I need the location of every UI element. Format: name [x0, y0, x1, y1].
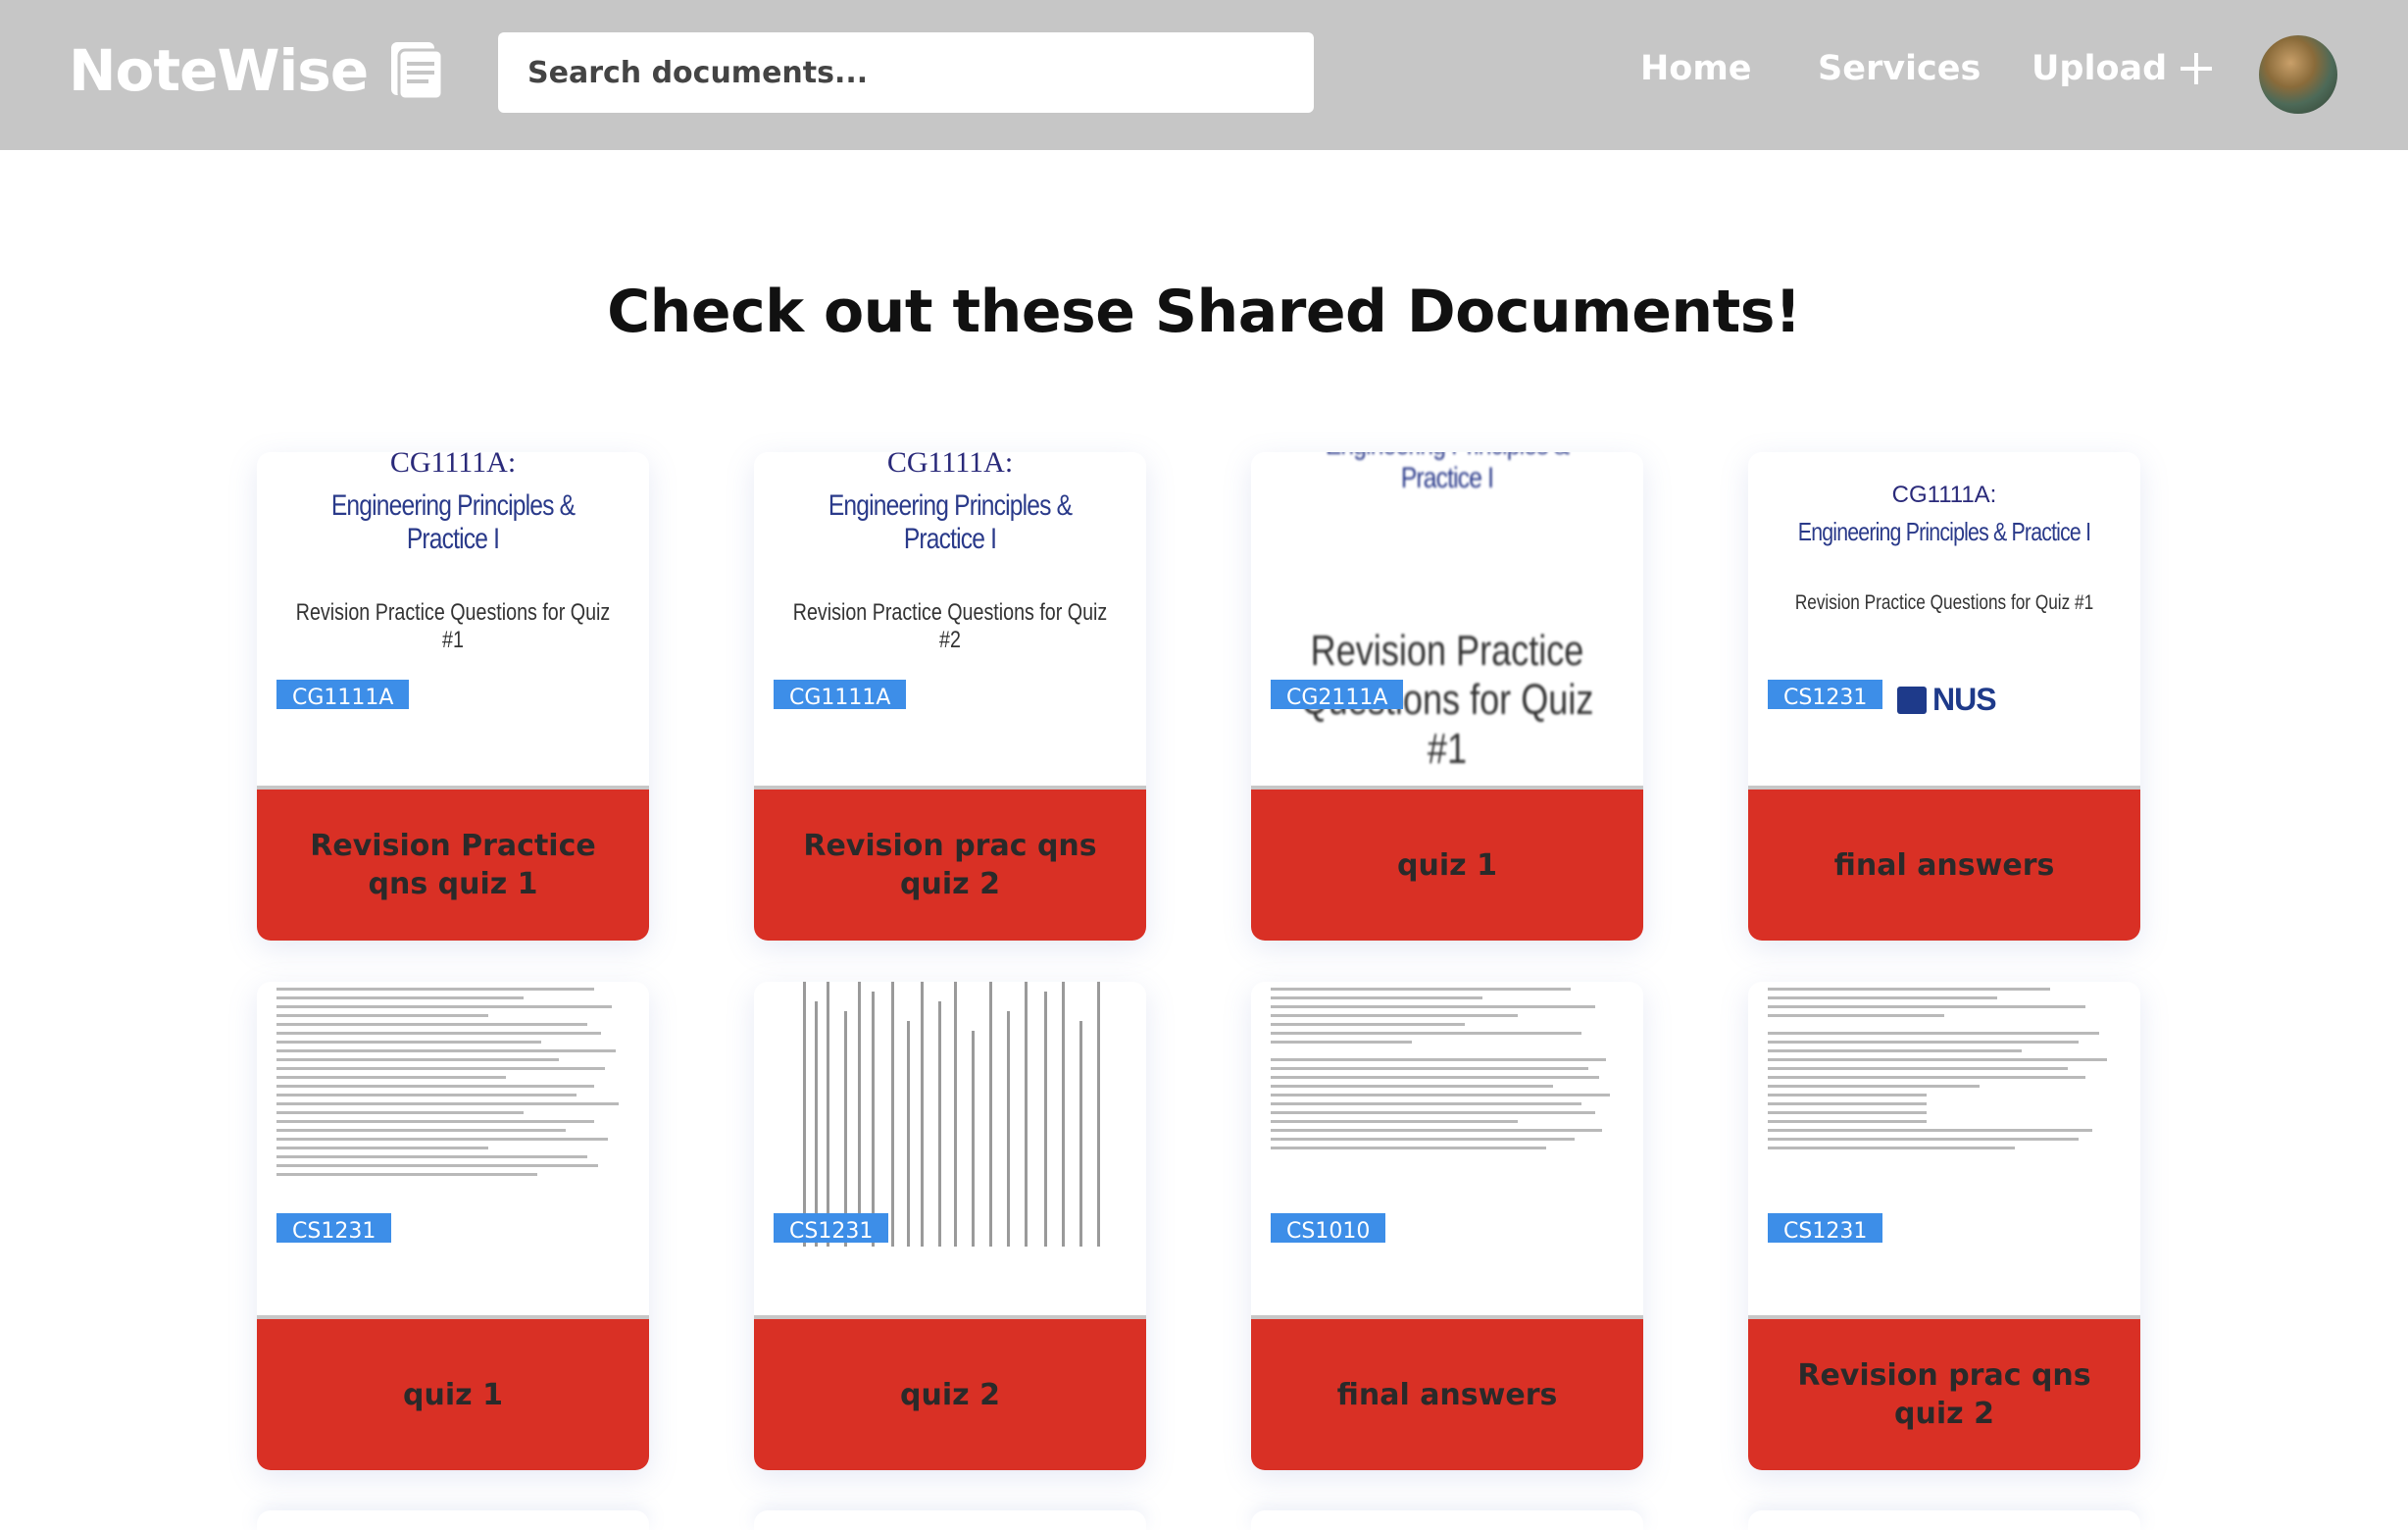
- course-tag: CS1231: [774, 1213, 889, 1243]
- thumb-subheading: Revision Practice Questions for Quiz #1: [1794, 591, 2094, 614]
- course-tag: CG1111A: [774, 680, 907, 709]
- document-card[interactable]: CG1111A: Engineering Principles & Practi…: [754, 452, 1146, 941]
- thumb-course: CG1111A:: [886, 452, 1014, 479]
- page-title: Check out these Shared Documents!: [607, 278, 1801, 346]
- document-card-partial: [257, 1510, 649, 1530]
- brand-logo[interactable]: NoteWise: [69, 37, 444, 104]
- nus-logo-text: NUS: [1932, 682, 1997, 717]
- thumb-subheading: Revision Practice Questions for Quiz #2: [792, 599, 1108, 653]
- user-avatar[interactable]: [2259, 35, 2337, 114]
- plus-icon: [2181, 53, 2213, 84]
- nav-upload-link[interactable]: Upload: [2032, 49, 2214, 88]
- thumb-heading: Engineering Principles & Practice I: [828, 489, 1073, 555]
- document-card-partial: [1251, 1510, 1643, 1530]
- course-tag: CG2111A: [1271, 680, 1404, 709]
- thumb-subheading: Revision Practice Questions for Quiz #1: [295, 599, 611, 653]
- document-thumbnail: CS1231: [1748, 982, 2140, 1315]
- document-card[interactable]: CS1231 Revision prac qns quiz 2: [1748, 982, 2140, 1470]
- document-thumbnail: CS1231: [754, 982, 1146, 1315]
- document-thumbnail: Engineering Principles & Practice I Revi…: [1251, 452, 1643, 786]
- top-navbar: NoteWise Home Services Upload: [0, 0, 2408, 150]
- document-thumbnail: CG1111A: Engineering Principles & Practi…: [754, 452, 1146, 786]
- card-title[interactable]: quiz 1: [257, 1315, 649, 1470]
- nav-upload-label: Upload: [2032, 49, 2168, 88]
- thumb-heading: Engineering Principles & Practice I: [1797, 517, 2091, 546]
- course-tag: CG1111A: [276, 680, 410, 709]
- course-tag: CS1231: [276, 1213, 392, 1243]
- document-card-partial: [754, 1510, 1146, 1530]
- document-thumbnail: CG1111A: Engineering Principles & Practi…: [257, 452, 649, 786]
- course-tag: CS1231: [1768, 1213, 1883, 1243]
- nus-logo: NUS: [1897, 682, 1997, 718]
- document-thumbnail: CS1231: [257, 982, 649, 1315]
- document-card[interactable]: Engineering Principles & Practice I Revi…: [1251, 452, 1643, 941]
- card-title[interactable]: quiz 2: [754, 1315, 1146, 1470]
- nav-services-link[interactable]: Services: [1818, 49, 1981, 88]
- document-card[interactable]: CG1111A: Engineering Principles & Practi…: [257, 452, 649, 941]
- document-icon: [391, 42, 444, 101]
- document-card[interactable]: CS1231 quiz 1: [257, 982, 649, 1470]
- document-card-partial: [1748, 1510, 2140, 1530]
- thumb-course: CG1111A:: [1891, 482, 1997, 508]
- card-title[interactable]: quiz 1: [1251, 786, 1643, 941]
- crest-icon: [1897, 686, 1927, 714]
- search-input[interactable]: [498, 32, 1314, 113]
- course-tag: CS1010: [1271, 1213, 1386, 1243]
- thumb-heading: Engineering Principles & Practice I: [1326, 452, 1570, 494]
- document-card[interactable]: CG1111A: Engineering Principles & Practi…: [1748, 452, 2140, 941]
- card-title[interactable]: Revision prac qns quiz 2: [1748, 1315, 2140, 1470]
- document-card[interactable]: CS1231 quiz 2: [754, 982, 1146, 1470]
- thumb-course: CG1111A:: [389, 452, 517, 479]
- document-thumbnail: CS1010: [1251, 982, 1643, 1315]
- card-title[interactable]: final answers: [1251, 1315, 1643, 1470]
- thumb-heading: Engineering Principles & Practice I: [330, 489, 576, 555]
- card-title[interactable]: Revision Practice qns quiz 1: [257, 786, 649, 941]
- document-thumbnail: CG1111A: Engineering Principles & Practi…: [1748, 452, 2140, 786]
- card-title[interactable]: Revision prac qns quiz 2: [754, 786, 1146, 941]
- logo-text: NoteWise: [69, 37, 369, 104]
- card-title[interactable]: final answers: [1748, 786, 2140, 941]
- nav-home-link[interactable]: Home: [1640, 49, 1752, 88]
- course-tag: CS1231: [1768, 680, 1883, 709]
- document-card[interactable]: CS1010 final answers: [1251, 982, 1643, 1470]
